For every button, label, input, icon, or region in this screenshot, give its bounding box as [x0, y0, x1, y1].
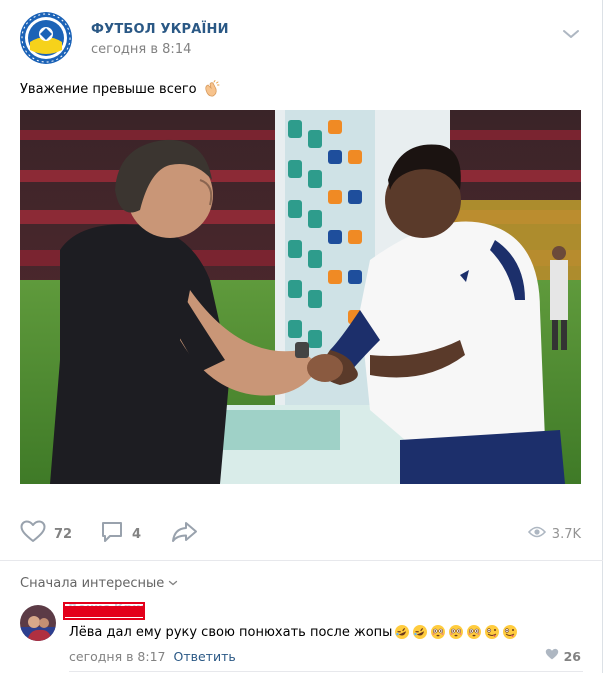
community-name[interactable]: ФУТБОЛ УКРАЇНИ: [91, 22, 229, 37]
flushed-icon: [466, 624, 482, 640]
rofl-icon: [412, 624, 428, 640]
comment-text-content: Лёва дал ему руку свою понюхать после жо…: [69, 624, 393, 640]
like-button[interactable]: 72: [20, 516, 72, 552]
heart-icon: [20, 520, 46, 548]
flushed-icon: [430, 624, 446, 640]
heart-icon: [545, 648, 559, 664]
post-divider: [0, 560, 603, 561]
post-menu-chevron-icon[interactable]: [561, 26, 581, 40]
share-icon: [171, 520, 199, 548]
post-photo[interactable]: [20, 110, 581, 484]
comments-sort-label: Сначала интересные: [20, 576, 165, 591]
views-counter: 3.7K: [527, 516, 581, 552]
comment-text: Лёва дал ему руку свою понюхать после жо…: [69, 624, 518, 640]
rofl-icon: [394, 624, 410, 640]
like-count: 72: [54, 526, 73, 542]
zany-icon: [484, 624, 500, 640]
flushed-icon: [448, 624, 464, 640]
post-text-content: Уважение превыше всего: [20, 81, 197, 97]
eye-icon: [527, 525, 546, 543]
post-timestamp[interactable]: сегодня в 8:14: [91, 42, 191, 57]
post-card: ФУТБОЛ УКРАЇНИ сегодня в 8:14 Уважение п…: [0, 0, 603, 673]
clapping-hands-icon: [202, 80, 220, 98]
comment-like-count: 26: [563, 648, 581, 664]
comment-divider: [69, 671, 583, 672]
community-avatar[interactable]: [20, 12, 72, 64]
comment-button[interactable]: 4: [100, 516, 141, 552]
redaction-mark: [65, 606, 143, 617]
share-button[interactable]: [171, 516, 199, 552]
post-header: ФУТБОЛ УКРАЇНИ сегодня в 8:14: [20, 12, 583, 68]
views-count: 3.7K: [551, 526, 581, 542]
commenter-avatar[interactable]: [20, 605, 56, 641]
post-actions: 72 4 3.7K: [20, 516, 583, 552]
comments-sort-dropdown[interactable]: Сначала интересные: [20, 576, 178, 591]
comment-count: 4: [132, 526, 142, 542]
comment-like-button[interactable]: 26: [545, 648, 581, 664]
post-text: Уважение превыше всего: [20, 80, 220, 98]
reply-link[interactable]: Ответить: [174, 649, 236, 664]
comment-icon: [100, 520, 124, 548]
comment-meta: сегодня в 8:17 Ответить: [69, 649, 236, 664]
chevron-down-icon: [164, 576, 178, 591]
zany-icon: [502, 624, 518, 640]
commenter-name[interactable]: Денис Кривой: [63, 602, 145, 620]
comment-item: Денис Кривой Лёва дал ему руку свою поню…: [20, 600, 583, 673]
comment-timestamp[interactable]: сегодня в 8:17: [69, 649, 166, 664]
